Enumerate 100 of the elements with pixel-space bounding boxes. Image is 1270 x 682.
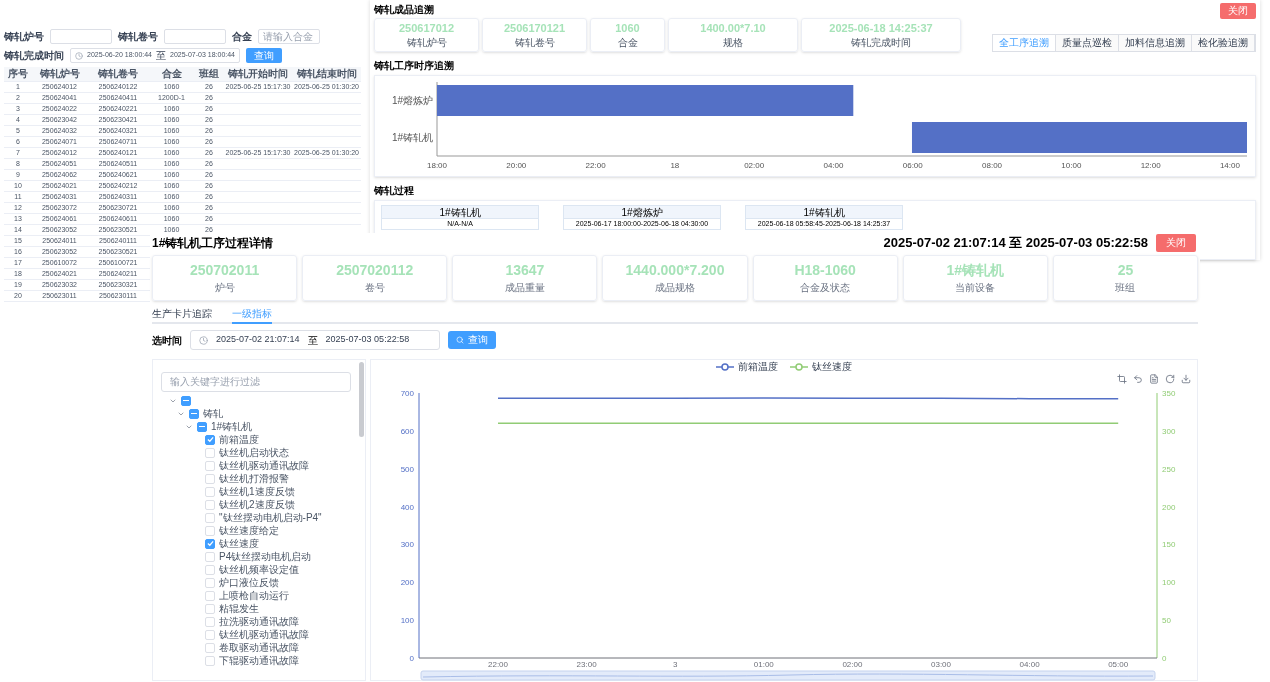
stat-value: 2507020112 xyxy=(336,263,414,277)
data-view-icon[interactable] xyxy=(1149,374,1159,384)
tick-label: 10:00 xyxy=(1061,161,1082,170)
dialog-title: 1#铸轧机工序过程详情 xyxy=(152,235,274,252)
tree-label[interactable]: 炉口液位反馈 xyxy=(219,577,279,588)
tree-label[interactable]: 铸轧 xyxy=(203,408,223,419)
stat-label: 成品规格 xyxy=(655,283,695,293)
filter-field[interactable]: 输入关键字进行过滤 xyxy=(161,371,351,392)
tick-label: 100 xyxy=(400,616,414,626)
column-header: 班组 xyxy=(194,67,224,81)
field-label: 铸轧炉号 xyxy=(4,30,44,44)
date-range-field[interactable]: 2025-07-02 21:07:14 至 2025-07-03 05:22:58 xyxy=(190,330,440,350)
tick-label: 01:00 xyxy=(753,660,774,669)
scrollbar[interactable] xyxy=(359,362,364,437)
range-separator: 至 xyxy=(307,333,318,348)
tree-label[interactable]: 钛丝机驱动通讯故障 xyxy=(219,460,309,471)
tick-label: 500 xyxy=(400,464,414,474)
column-header: 序号 xyxy=(4,67,32,81)
checkbox[interactable] xyxy=(189,408,199,419)
tick-label: 08:00 xyxy=(982,161,1003,170)
tick-label: 06:00 xyxy=(902,161,923,170)
tree-label[interactable]: 钛丝机1速度反馈 xyxy=(219,486,295,497)
stat-label: 炉号 xyxy=(214,283,235,293)
stat-label: 卷号 xyxy=(364,283,385,293)
undo-icon[interactable] xyxy=(1133,374,1143,384)
tree-label[interactable]: "钛丝摆动电机启动-P4" xyxy=(219,512,322,523)
tree-label[interactable]: 钛丝速度给定 xyxy=(219,525,279,536)
column-header: 铸轧炉号 xyxy=(32,67,87,81)
row-label: 1#熔炼炉 xyxy=(391,94,433,106)
section-title: 铸轧工序时序追溯 xyxy=(374,59,455,73)
step-header: 1#铸轧机 xyxy=(745,205,903,219)
range-slider[interactable] xyxy=(420,670,1156,681)
tick-label: 700 xyxy=(400,389,414,398)
tick-label: 04:00 xyxy=(823,161,844,170)
tree-label[interactable]: 钛丝机2速度反馈 xyxy=(219,499,295,510)
tick-label: 03:00 xyxy=(931,660,951,669)
tree-label[interactable]: 钛丝机打滑报警 xyxy=(219,473,289,484)
tick-label: 200 xyxy=(1162,502,1176,512)
refresh-icon[interactable] xyxy=(1165,374,1175,384)
tree-label[interactable]: 拉洗驱动通讯故障 xyxy=(219,616,299,627)
stat-label: 班组 xyxy=(1115,283,1136,293)
start-date: 2025-07-02 21:07:14 xyxy=(216,333,300,347)
stat-label: 当前设备 xyxy=(955,283,996,293)
stat-value: 2506170121 xyxy=(503,22,566,34)
clock-icon xyxy=(199,335,208,345)
tick-label: 05:00 xyxy=(1108,660,1129,669)
tree-label[interactable]: P4钛丝摆动电机启动 xyxy=(219,551,312,562)
stat-label: 合金 xyxy=(617,37,638,48)
legend-icon[interactable] xyxy=(716,363,734,371)
checkbox[interactable] xyxy=(181,395,191,406)
tree-label[interactable]: 粘辊发生 xyxy=(219,603,259,614)
tree-label[interactable]: 上喷枪自动运行 xyxy=(219,590,289,601)
tick-label: 0 xyxy=(1162,654,1167,663)
tick-label: 02:00 xyxy=(842,660,863,669)
tab[interactable]: 加料信息追溯 xyxy=(1119,35,1192,51)
field-label: 铸轧卷号 xyxy=(118,30,158,44)
text-field[interactable] xyxy=(164,29,226,44)
tree-label[interactable]: 前箱温度 xyxy=(219,434,259,445)
tick-label: 04:00 xyxy=(1019,660,1040,669)
tree-label[interactable]: 下辊驱动通讯故障 xyxy=(219,655,299,666)
stat-value: 1400.00*7.10 xyxy=(700,22,766,34)
stat-value: 1060 xyxy=(615,22,640,34)
tree-label[interactable]: 钛丝机启动状态 xyxy=(219,447,289,458)
legend-label[interactable]: 钛丝速度 xyxy=(812,362,852,372)
tree-label[interactable]: 钛丝速度 xyxy=(219,538,259,549)
stat-value: 1#铸轧机 xyxy=(946,263,1005,277)
stat-value: 1440.000*7.200 xyxy=(625,263,725,277)
stat-label: 铸轧炉号 xyxy=(406,37,447,48)
tree-label[interactable]: 1#铸轧机 xyxy=(211,421,253,432)
tree-label[interactable]: 卷取驱动通讯故障 xyxy=(219,642,299,653)
field-label: 合金 xyxy=(232,30,252,44)
tab[interactable]: 检化验追溯 xyxy=(1192,35,1255,51)
end-date: 2025-07-03 05:22:58 xyxy=(325,333,410,347)
stat-value: 250617012 xyxy=(398,22,455,34)
tick-label: 100 xyxy=(1162,578,1176,588)
stat-label: 合金及状态 xyxy=(800,283,851,293)
column-header: 合金 xyxy=(149,67,194,81)
tick-label: 23:00 xyxy=(576,660,597,669)
checkbox[interactable] xyxy=(205,434,215,445)
tick-label: 600 xyxy=(400,426,414,436)
legend-label[interactable]: 前箱温度 xyxy=(738,362,778,372)
legend-icon[interactable] xyxy=(790,363,808,371)
stat-label: 规格 xyxy=(723,37,743,48)
column-header: 铸轧卷号 xyxy=(87,67,149,81)
time-range: 2025-07-02 21:07:14 至 2025-07-03 05:22:58 xyxy=(883,234,1148,253)
step-header: 1#铸轧机 xyxy=(381,205,539,219)
tree-label[interactable]: 钛丝机驱动通讯故障 xyxy=(219,629,309,640)
tick-label: 22:00 xyxy=(488,660,508,669)
clock-icon xyxy=(75,51,83,60)
checkbox[interactable] xyxy=(197,421,207,432)
download-icon[interactable] xyxy=(1181,374,1191,384)
text-field[interactable] xyxy=(50,29,112,44)
checkbox[interactable] xyxy=(205,538,215,549)
row-label: 1#铸轧机 xyxy=(391,131,433,143)
step-header: 1#熔炼炉 xyxy=(563,205,721,219)
tab[interactable]: 生产卡片追踪 xyxy=(152,305,212,322)
text-field[interactable]: 请输入合金 xyxy=(258,29,320,44)
tree-label[interactable]: 钛丝机频率设定值 xyxy=(219,564,299,575)
tab[interactable]: 质量点巡检 xyxy=(1056,35,1119,51)
zoom-icon[interactable] xyxy=(1117,374,1127,384)
